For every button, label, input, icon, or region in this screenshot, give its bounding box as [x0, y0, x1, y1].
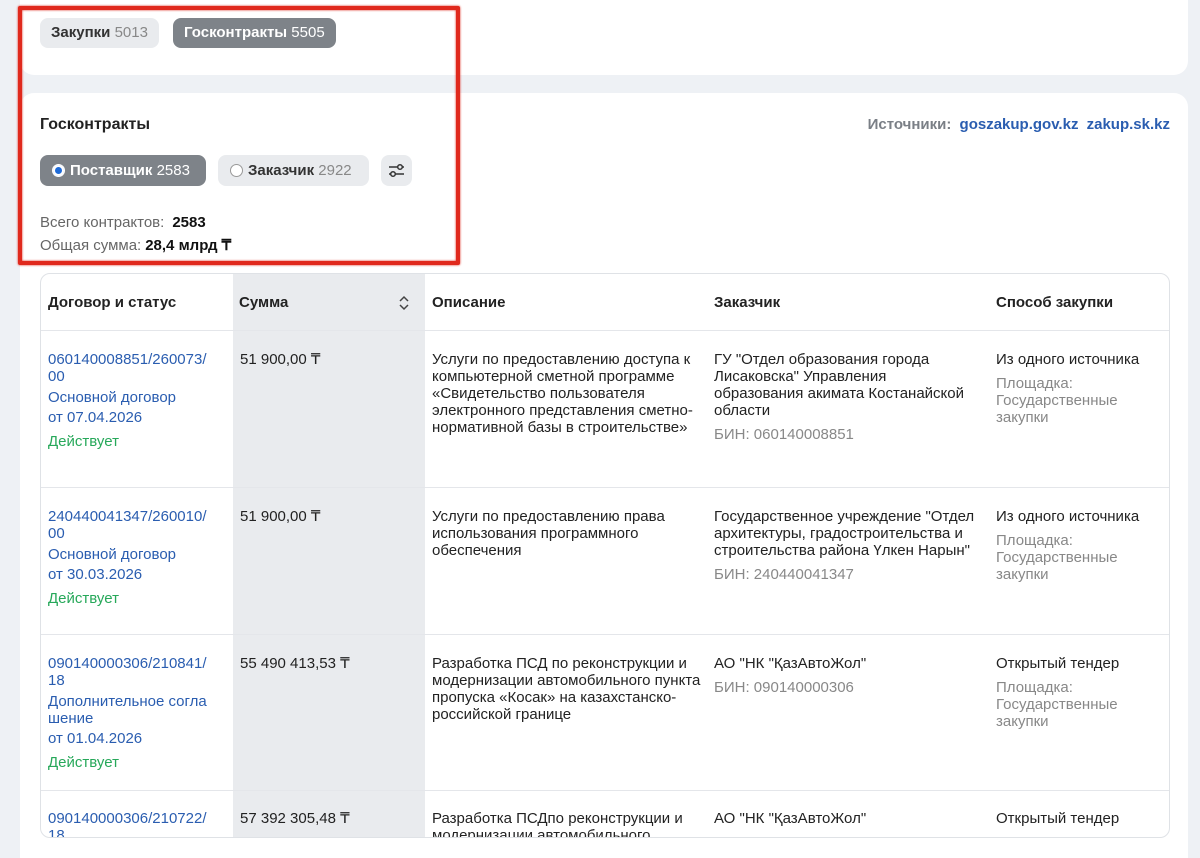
sources-label: Источники: [867, 116, 952, 133]
table-row-contract: 090140000306/210722/ 18 [48, 810, 228, 838]
customer-name: ГУ "Отдел образования города Лисаковска"… [714, 351, 964, 419]
customer-bin: БИН: 240440041347 [714, 566, 854, 583]
contract-number-line: 00 [48, 368, 65, 385]
contract-description: Услуги по предоставлению доступа к компь… [432, 351, 693, 436]
contract-status: Действует [48, 590, 119, 607]
customer-bin: БИН: 090140000306 [714, 679, 854, 696]
row-divider [41, 634, 1169, 635]
contract-number-line: 060140008851/260073/ [48, 351, 207, 368]
contract-sum: 51 900,00 ₸ [240, 351, 321, 368]
contract-method: Из одного источника Площадка: Государств… [996, 351, 1166, 426]
contract-description: Услуги по предоставлению права использов… [432, 508, 665, 559]
contract-method: Открытый тендер Площадка: Государственны… [996, 655, 1166, 730]
row-divider [41, 330, 1169, 331]
contract-number-link[interactable]: 060140008851/260073/ 00 [48, 351, 228, 385]
table-row-contract: 090140000306/210841/ 18 Дополнительное с… [48, 655, 228, 771]
sort-icon[interactable] [398, 295, 410, 311]
header-method: Способ закупки [996, 294, 1114, 311]
table-row-contract: 060140008851/260073/ 00 Основной договор… [48, 351, 228, 450]
sources: Источники: goszakup.gov.kz zakup.sk.kz [868, 116, 1170, 133]
contract-sum: 55 490 413,53 ₸ [240, 655, 350, 672]
contract-description: Разработка ПСДпо реконструкции и модерни… [432, 810, 683, 838]
row-divider [41, 790, 1169, 791]
contract-date[interactable]: от 07.04.2026 [48, 409, 228, 426]
contract-status: Действует [48, 754, 119, 771]
method-site: Площадка: Государственные закупки [996, 532, 1118, 583]
contract-type[interactable]: Основной договор [48, 546, 228, 563]
source-link-zakup-sk[interactable]: zakup.sk.kz [1087, 116, 1170, 133]
contract-customer: Государственное учреждение "Отдел архите… [714, 508, 976, 583]
contract-number-line: 18 [48, 827, 65, 838]
customer-name: АО "НК "ҚазАвтоЖол" [714, 810, 867, 827]
customer-name: Государственное учреждение "Отдел архите… [714, 508, 975, 559]
contract-number-line: 090140000306/210722/ [48, 810, 207, 827]
method-name: Из одного источника [996, 351, 1140, 368]
contract-sum: 51 900,00 ₸ [240, 508, 321, 525]
contract-type[interactable]: Основной договор [48, 389, 228, 406]
contract-number-link[interactable]: 090140000306/210841/ 18 [48, 655, 228, 689]
contract-date[interactable]: от 30.03.2026 [48, 566, 228, 583]
contract-customer: ГУ "Отдел образования города Лисаковска"… [714, 351, 976, 443]
highlight-annotation [18, 6, 460, 265]
contract-sum: 57 392 305,48 ₸ [240, 810, 350, 827]
contract-date[interactable]: от 01.04.2026 [48, 730, 228, 747]
contract-status: Действует [48, 433, 119, 450]
source-link-goszakup[interactable]: goszakup.gov.kz [960, 116, 1079, 133]
contract-method: Из одного источника Площадка: Государств… [996, 508, 1166, 583]
method-site: Площадка: Государственные закупки [996, 375, 1118, 426]
contracts-table: Договор и статус Сумма Описание Заказчик… [40, 273, 1170, 838]
contract-customer: АО "НК "ҚазАвтоЖол" БИН: 090140000306 [714, 655, 976, 696]
table-row-contract: 240440041347/260010/ 00 Основной договор… [48, 508, 228, 607]
contract-number-link[interactable]: 240440041347/260010/ 00 [48, 508, 228, 542]
contract-number-line: 00 [48, 525, 65, 542]
contract-number-link[interactable]: 090140000306/210722/ 18 [48, 810, 228, 838]
contract-type[interactable]: Дополнительное согла шение [48, 693, 228, 727]
contract-number-line: 240440041347/260010/ [48, 508, 207, 525]
method-name: Открытый тендер [996, 655, 1120, 672]
method-name: Из одного источника [996, 508, 1140, 525]
contract-customer: АО "НК "ҚазАвтоЖол" [714, 810, 976, 827]
customer-name: АО "НК "ҚазАвтоЖол" [714, 655, 867, 672]
contract-method: Открытый тендер [996, 810, 1166, 827]
contract-number-line: 18 [48, 672, 65, 689]
method-name: Открытый тендер [996, 810, 1120, 827]
header-sum[interactable]: Сумма [239, 294, 288, 311]
header-description: Описание [432, 294, 506, 311]
customer-bin: БИН: 060140008851 [714, 426, 854, 443]
contract-number-line: 090140000306/210841/ [48, 655, 207, 672]
contract-description: Разработка ПСД по реконструкции и модерн… [432, 655, 701, 723]
header-customer: Заказчик [714, 294, 781, 311]
method-site: Площадка: Государственные закупки [996, 679, 1118, 730]
row-divider [41, 487, 1169, 488]
header-contract: Договор и статус [48, 294, 177, 311]
